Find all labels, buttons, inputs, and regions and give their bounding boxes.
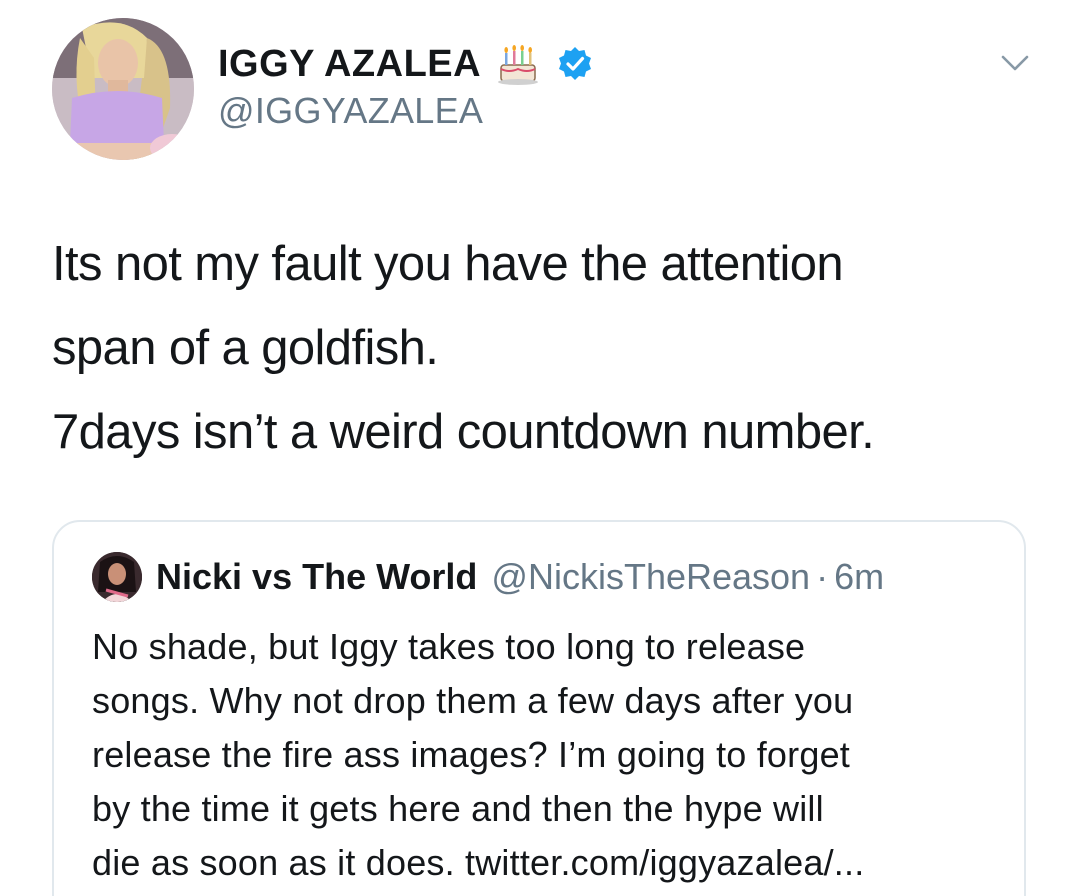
- author-name-row: IGGY AZALEA: [218, 40, 593, 88]
- author-handle[interactable]: @IGGYAZALEA: [218, 90, 483, 132]
- author-avatar[interactable]: [52, 18, 194, 160]
- tweet: IGGY AZALEA @IGGYAZALEA Its not my fault…: [0, 0, 1080, 896]
- chevron-down-icon[interactable]: [1000, 52, 1030, 74]
- quoted-text-line: No shade, but Iggy takes too long to rel…: [92, 626, 806, 667]
- quoted-text-line: songs. Why not drop them a few days afte…: [92, 680, 854, 721]
- quoted-text-line: release the fire ass images? I’m going t…: [92, 734, 850, 775]
- quoted-tweet-header: Nicki vs The World @NickisTheReason · 6m: [92, 550, 884, 604]
- quoted-author-avatar[interactable]: [92, 552, 142, 602]
- quoted-tweet-card[interactable]: Nicki vs The World @NickisTheReason · 6m…: [52, 520, 1026, 896]
- verified-icon: [557, 46, 593, 82]
- tweet-text: Its not my fault you have the attention …: [52, 222, 1042, 474]
- quoted-meta-separator: ·: [816, 556, 829, 597]
- tweet-text-line: Its not my fault you have the attention: [52, 237, 844, 291]
- quoted-author-avatar-image: [92, 552, 142, 602]
- tweet-text-line: 7days isn’t a weird countdown number.: [52, 405, 875, 459]
- birthday-cake-icon: [495, 41, 541, 87]
- quoted-author-handle[interactable]: @NickisTheReason: [491, 556, 810, 598]
- quoted-text-line: die as soon as it does. twitter.com/iggy…: [92, 842, 865, 883]
- author-avatar-image: [52, 18, 194, 160]
- quoted-timestamp[interactable]: 6m: [834, 556, 884, 598]
- quoted-author-display-name[interactable]: Nicki vs The World: [156, 556, 477, 598]
- author-display-name[interactable]: IGGY AZALEA: [218, 43, 481, 86]
- quoted-text-line: by the time it gets here and then the hy…: [92, 788, 824, 829]
- quoted-tweet-text: No shade, but Iggy takes too long to rel…: [92, 620, 1012, 890]
- tweet-text-line: span of a goldfish.: [52, 321, 439, 375]
